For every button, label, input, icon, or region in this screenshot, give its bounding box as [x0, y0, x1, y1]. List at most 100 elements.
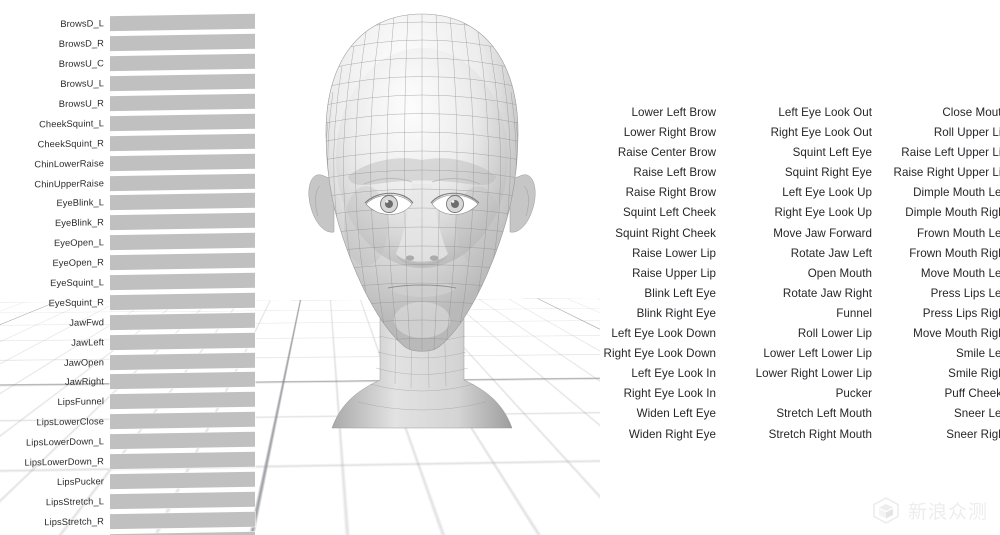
blendshape-name-item: Move Jaw Forward [773, 226, 872, 240]
blendshape-name-item: Stretch Left Mouth [776, 407, 872, 421]
blendshape-name-item: Pucker [835, 387, 872, 401]
blendshape-slider-track[interactable] [110, 133, 255, 151]
blendshape-slider-label: EyeSquint_R [48, 297, 104, 309]
blendshape-name-item: Rotate Jaw Right [782, 286, 872, 300]
blendshape-name-item: Blink Left Eye [644, 286, 716, 300]
blendshape-slider-track[interactable] [110, 392, 255, 410]
blendshape-slider-track[interactable] [110, 34, 255, 52]
blendshape-name-item: Right Eye Look Out [770, 126, 872, 140]
blendshape-slider-track[interactable] [110, 233, 255, 251]
blendshape-name-item: Squint Left Cheek [622, 206, 716, 220]
blendshape-slider-track[interactable] [110, 53, 255, 72]
blendshape-slider-track[interactable] [110, 332, 255, 350]
blendshape-name-item: Rotate Jaw Left [790, 246, 872, 260]
blendshape-name-item: Left Eye Look Out [778, 106, 872, 119]
blendshape-name-item: Right Eye Look Down [603, 347, 716, 361]
blendshape-slider-track[interactable] [110, 193, 255, 211]
blendshape-name-item: Stretch Right Mouth [768, 427, 872, 441]
blendshape-slider-label: BrowsU_R [58, 98, 104, 110]
blendshape-name-item: Frown Mouth Left [916, 226, 1000, 240]
blendshape-name-item: Raise Left Brow [633, 166, 716, 180]
blendshape-slider-label: JawRight [64, 376, 104, 388]
blendshape-slider-track[interactable] [110, 14, 255, 32]
blendshape-slider-label: LipsFunnel [57, 396, 104, 408]
name-column-2: Left Eye Look Out Right Eye Look Out Squin… [724, 103, 880, 445]
blendshape-name-item: Squint Right Cheek [615, 226, 716, 240]
blendshape-slider-track[interactable] [110, 531, 255, 535]
blendshape-name-item: Raise Left Upper Lip [901, 146, 1000, 160]
blendshape-slider-track[interactable] [110, 73, 255, 92]
blendshape-slider-label: JawLeft [71, 336, 104, 348]
blendshape-name-item: Press Lips Left [930, 286, 1000, 300]
blendshape-name-item: Right Eye Look Up [774, 206, 872, 220]
head-model[interactable] [262, 8, 582, 448]
blendshape-name-item: Roll Upper Lip [933, 126, 1000, 140]
blendshape-name-item: Dimple Mouth Right [905, 206, 1000, 220]
blendshape-slider-list: BrowsD_L BrowsD_R BrowsU_C BrowsU_L BrowsU_R… [0, 12, 255, 535]
blendshape-slider-label: LipsPucker [57, 476, 104, 487]
blendshape-name-item: Blink Right Eye [636, 306, 716, 320]
blendshape-slider-track[interactable] [110, 292, 255, 311]
blendshape-name-item: Squint Left Eye [792, 146, 872, 160]
cube-logo-icon [873, 497, 899, 524]
name-column-3: Close Mouth Roll Upper Lip Raise Left Uppe… [880, 103, 1000, 445]
blendshape-slider-track[interactable] [110, 113, 255, 132]
blendshape-slider-label: LipsLowerDown_L [26, 436, 104, 448]
blendshape-name-item: Frown Mouth Right [909, 246, 1000, 260]
blendshape-slider-track[interactable] [110, 471, 255, 490]
blendshape-slider-track[interactable] [110, 511, 255, 529]
head-mesh-svg [308, 13, 536, 429]
blendshape-name-item: Funnel [836, 306, 872, 320]
blendshape-slider-label: EyeBlink_R [54, 217, 104, 229]
blendshape-slider-label: EyeOpen_R [52, 257, 104, 269]
blendshape-slider-track[interactable] [110, 173, 255, 191]
blendshape-slider-label: EyeBlink_L [56, 197, 104, 209]
blendshape-slider-track[interactable] [110, 412, 255, 430]
app-root: BrowsD_L BrowsD_R BrowsU_C BrowsU_L BrowsU_R… [0, 0, 1000, 535]
blendshape-slider-track[interactable] [110, 213, 255, 231]
blendshape-name-item: Puff Cheeks [944, 387, 1000, 401]
blendshape-name-item: Lower Left Brow [631, 106, 716, 119]
blendshape-slider-track[interactable] [110, 431, 255, 450]
blendshape-slider-label: BrowsD_L [60, 18, 104, 30]
blendshape-name-item: Open Mouth [807, 266, 872, 280]
blendshape-name-item: Move Mouth Right [913, 327, 1000, 341]
blendshape-name-item: Raise Right Brow [625, 186, 716, 200]
blendshape-name-item: Lower Right Lower Lip [755, 367, 872, 381]
blendshape-slider-track[interactable] [110, 272, 255, 291]
blendshape-name-item: Raise Upper Lip [632, 266, 716, 280]
name-column-1: Lower Left Brow Lower Right Brow Raise Cen… [586, 103, 724, 445]
blendshape-name-item: Press Lips Right [922, 306, 1000, 320]
blendshape-slider-label: JawFwd [69, 317, 104, 328]
blendshape-slider-label: ChinUpperRaise [34, 177, 104, 189]
blendshape-slider-label: CheekSquint_R [37, 138, 104, 150]
blendshape-slider-label: JawOpen [64, 356, 104, 368]
blendshape-slider-label: BrowsU_C [58, 58, 104, 70]
watermark-text: 新浪众测 [907, 500, 988, 523]
blendshape-name-item: Widen Left Eye [636, 407, 716, 421]
blendshape-name-item: Sneer Right [946, 427, 1000, 441]
blendshape-name-item: Sneer Left [954, 407, 1000, 421]
blendshape-slider-track[interactable] [110, 352, 255, 370]
blendshape-name-item: Close Mouth [942, 106, 1000, 119]
blendshape-name-item: Dimple Mouth Left [913, 186, 1000, 200]
blendshape-slider-label: EyeOpen_L [53, 237, 104, 249]
blendshape-name-item: Smile Left [955, 347, 1000, 361]
blendshape-name-item: Lower Right Brow [623, 126, 716, 140]
blendshape-slider-track[interactable] [110, 451, 255, 470]
blendshape-slider-track[interactable] [110, 491, 255, 509]
blendshape-slider-panel[interactable]: BrowsD_L BrowsD_R BrowsU_C BrowsU_L BrowsU_R… [0, 14, 255, 535]
watermark: 新浪众测 [871, 495, 988, 525]
blendshape-name-item: Raise Lower Lip [632, 246, 716, 260]
blendshape-slider-track[interactable] [110, 153, 255, 171]
blendshape-slider-label: LipsLowerDown_R [24, 456, 104, 468]
blendshape-slider-track[interactable] [110, 93, 255, 112]
blendshape-slider-track[interactable] [110, 312, 255, 330]
blendshape-name-item: Left Eye Look Up [782, 186, 872, 200]
blendshape-slider-track[interactable] [110, 372, 255, 390]
blendshape-slider-label: CheekSquint_L [39, 118, 104, 130]
blendshape-slider-track[interactable] [110, 252, 255, 271]
blendshape-name-columns: Lower Left Brow Lower Right Brow Raise Cen… [586, 103, 1000, 445]
blendshape-name-item: Left Eye Look In [631, 367, 716, 381]
blendshape-slider-label: BrowsD_R [58, 38, 104, 50]
